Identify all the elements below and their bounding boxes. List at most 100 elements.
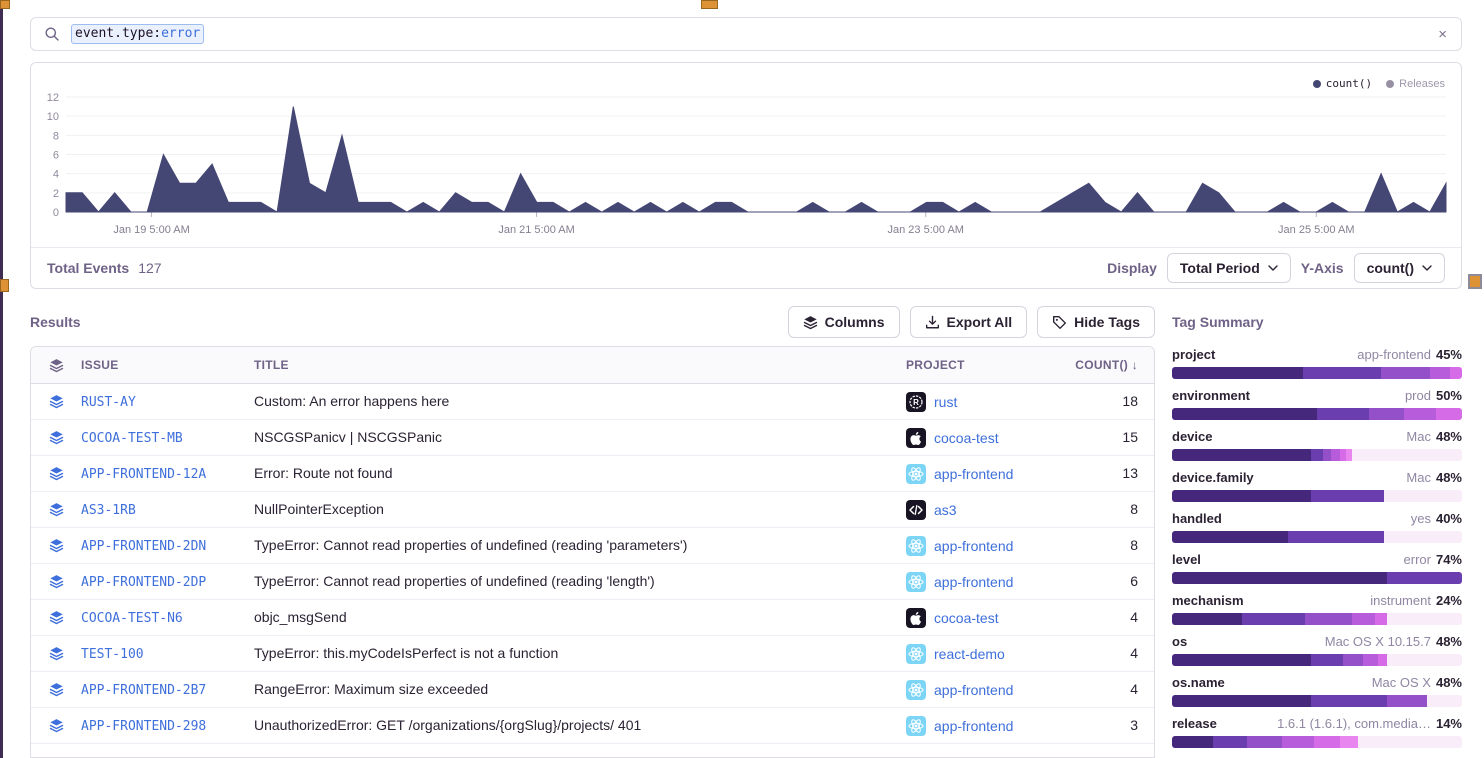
tag-bar-segment[interactable] bbox=[1375, 613, 1387, 625]
tag-distribution-bar[interactable] bbox=[1172, 695, 1462, 707]
issue-stack-icon[interactable] bbox=[31, 610, 81, 625]
project-link[interactable]: app-frontend bbox=[934, 466, 1013, 482]
tag-bar-segment[interactable] bbox=[1172, 654, 1311, 666]
issue-link[interactable]: APP-FRONTEND-2DN bbox=[81, 539, 206, 554]
display-dropdown[interactable]: Total Period bbox=[1167, 253, 1291, 283]
column-header-count[interactable]: COUNT() ↓ bbox=[1069, 358, 1154, 372]
tag-bar-segment[interactable] bbox=[1213, 736, 1248, 748]
tag-bar-segment[interactable] bbox=[1172, 572, 1387, 584]
clear-search-icon[interactable]: × bbox=[1438, 26, 1447, 43]
project-link[interactable]: react-demo bbox=[934, 646, 1005, 662]
project-link[interactable]: rust bbox=[934, 394, 957, 410]
issue-stack-icon[interactable] bbox=[31, 466, 81, 481]
issue-link[interactable]: APP-FRONTEND-12A bbox=[81, 467, 206, 482]
button-label: Export All bbox=[947, 314, 1013, 330]
tag-bar-segment[interactable] bbox=[1311, 490, 1384, 502]
issue-stack-icon[interactable] bbox=[31, 718, 81, 733]
tag-bar-segment[interactable] bbox=[1343, 654, 1363, 666]
columns-button[interactable]: Columns bbox=[788, 306, 900, 338]
issue-link[interactable]: AS3-1RB bbox=[81, 503, 136, 518]
column-header-title[interactable]: TITLE bbox=[254, 358, 906, 372]
tag-bar-segment[interactable] bbox=[1378, 654, 1387, 666]
issue-link[interactable]: COCOA-TEST-N6 bbox=[81, 611, 183, 626]
tag-summary-heading: Tag Summary bbox=[1172, 306, 1462, 338]
tag-bar-segment[interactable] bbox=[1436, 408, 1462, 420]
tag-bar-segment[interactable] bbox=[1331, 449, 1340, 461]
table-row: AS3-1RBNullPointerExceptionas38 bbox=[31, 492, 1154, 528]
tag-bar-segment[interactable] bbox=[1172, 531, 1288, 543]
results-buttons: Columns Export All Hide Tags bbox=[788, 306, 1155, 338]
issue-stack-icon[interactable] bbox=[31, 646, 81, 661]
tag-distribution-bar[interactable] bbox=[1172, 367, 1462, 379]
tag-bar-segment[interactable] bbox=[1172, 367, 1303, 379]
tag-bar-segment[interactable] bbox=[1247, 736, 1282, 748]
project-link[interactable]: cocoa-test bbox=[934, 610, 999, 626]
tag-distribution-bar[interactable] bbox=[1172, 449, 1462, 461]
tag-bar-segment[interactable] bbox=[1363, 654, 1378, 666]
column-header-project[interactable]: PROJECT bbox=[906, 358, 1069, 372]
tag-bar-segment[interactable] bbox=[1381, 367, 1430, 379]
tag-bar-segment[interactable] bbox=[1288, 531, 1384, 543]
issue-link[interactable]: TEST-100 bbox=[81, 647, 144, 662]
tag-bar-segment[interactable] bbox=[1450, 367, 1462, 379]
project-link[interactable]: cocoa-test bbox=[934, 430, 999, 446]
search-query-token[interactable]: event.type:error bbox=[71, 24, 204, 44]
issue-link[interactable]: APP-FRONTEND-2DP bbox=[81, 575, 206, 590]
tag-bar-segment[interactable] bbox=[1172, 613, 1242, 625]
issue-stack-icon[interactable] bbox=[31, 682, 81, 697]
tag-bar-segment[interactable] bbox=[1340, 736, 1357, 748]
issue-stack-icon[interactable] bbox=[31, 574, 81, 589]
issue-link[interactable]: COCOA-TEST-MB bbox=[81, 431, 183, 446]
tag-bar-segment[interactable] bbox=[1314, 736, 1340, 748]
tag-distribution-bar[interactable] bbox=[1172, 408, 1462, 420]
tag-bar-segment[interactable] bbox=[1172, 736, 1213, 748]
tag-bar-segment[interactable] bbox=[1172, 695, 1311, 707]
tag-bar-segment[interactable] bbox=[1282, 736, 1314, 748]
project-link[interactable]: app-frontend bbox=[934, 574, 1013, 590]
react-icon bbox=[906, 680, 926, 700]
tag-bar-segment[interactable] bbox=[1172, 449, 1311, 461]
tag-distribution-bar[interactable] bbox=[1172, 613, 1462, 625]
button-label: Hide Tags bbox=[1074, 314, 1140, 330]
tag-top-percent: 50% bbox=[1436, 388, 1462, 403]
tag-bar-segment[interactable] bbox=[1303, 367, 1381, 379]
tag-bar-segment[interactable] bbox=[1311, 449, 1323, 461]
search-bar[interactable]: event.type:error × bbox=[30, 17, 1462, 51]
hide-tags-button[interactable]: Hide Tags bbox=[1037, 306, 1155, 338]
tag-bar-segment[interactable] bbox=[1430, 367, 1450, 379]
issue-link[interactable]: APP-FRONTEND-2B7 bbox=[81, 683, 206, 698]
issue-stack-icon[interactable] bbox=[31, 538, 81, 553]
export-all-button[interactable]: Export All bbox=[910, 306, 1028, 338]
project-link[interactable]: app-frontend bbox=[934, 718, 1013, 734]
yaxis-dropdown[interactable]: count() bbox=[1354, 253, 1445, 283]
tag-bar-segment[interactable] bbox=[1369, 408, 1404, 420]
tag-distribution-bar[interactable] bbox=[1172, 572, 1462, 584]
tag-bar-segment[interactable] bbox=[1242, 613, 1306, 625]
tag-distribution-bar[interactable] bbox=[1172, 654, 1462, 666]
issue-link[interactable]: APP-FRONTEND-298 bbox=[81, 719, 206, 734]
tag-bar-segment[interactable] bbox=[1404, 408, 1436, 420]
tag-bar-segment[interactable] bbox=[1387, 695, 1428, 707]
tag-distribution-bar[interactable] bbox=[1172, 531, 1462, 543]
tag-bar-segment[interactable] bbox=[1323, 449, 1332, 461]
project-link[interactable]: app-frontend bbox=[934, 682, 1013, 698]
tag-bar-segment[interactable] bbox=[1305, 613, 1351, 625]
issue-stack-icon[interactable] bbox=[31, 394, 81, 409]
results-toolbar: Results ColumnsExport AllHide Tags bbox=[30, 306, 1155, 338]
project-link[interactable]: as3 bbox=[934, 502, 957, 518]
project-link[interactable]: app-frontend bbox=[934, 538, 1013, 554]
issue-stack-icon[interactable] bbox=[31, 502, 81, 517]
tag-bar-segment[interactable] bbox=[1387, 572, 1462, 584]
issue-title: NSCGSPanicv | NSCGSPanic bbox=[254, 429, 442, 445]
tag-bar-segment[interactable] bbox=[1352, 613, 1375, 625]
tag-distribution-bar[interactable] bbox=[1172, 490, 1462, 502]
tag-bar-segment[interactable] bbox=[1317, 408, 1369, 420]
tag-bar-segment[interactable] bbox=[1311, 695, 1386, 707]
column-header-issue[interactable]: ISSUE bbox=[81, 358, 254, 372]
tag-distribution-bar[interactable] bbox=[1172, 736, 1462, 748]
issue-stack-icon[interactable] bbox=[31, 430, 81, 445]
issue-link[interactable]: RUST-AY bbox=[81, 395, 136, 410]
tag-bar-segment[interactable] bbox=[1172, 408, 1317, 420]
tag-bar-segment[interactable] bbox=[1311, 654, 1343, 666]
tag-bar-segment[interactable] bbox=[1172, 490, 1311, 502]
